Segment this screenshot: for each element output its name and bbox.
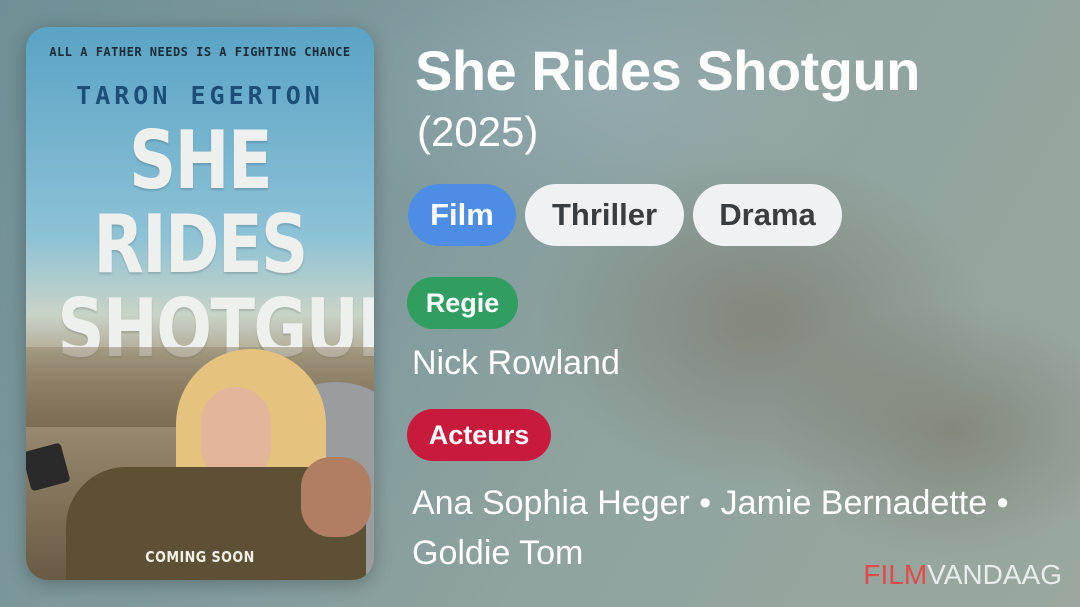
poster-title: SHE RIDES SHOTGUN [57,114,374,371]
movie-year: (2025) [417,108,539,155]
director-label: Regie [407,277,518,329]
poster-coming-soon: COMING SOON [145,548,255,566]
movie-title: She Rides Shotgun [415,39,920,102]
poster-gun-icon [26,442,71,492]
filmvandaag-logo[interactable]: FILMVANDAAG [863,559,1062,591]
tag-film[interactable]: Film [408,184,516,246]
cast-label: Acteurs [407,409,551,461]
director-name[interactable]: Nick Rowland [412,344,620,383]
logo-part-vandaag: VANDAAG [927,559,1062,590]
poster-title-line1: SHE RIDES [93,114,308,291]
poster-tagline: ALL A FATHER NEEDS IS A FIGHTING CHANCE [49,45,351,59]
poster-man-face [301,457,371,537]
tag-genre-drama[interactable]: Drama [693,184,842,246]
logo-part-film: FILM [863,559,928,590]
movie-poster[interactable]: ALL A FATHER NEEDS IS A FIGHTING CHANCE … [26,27,374,580]
tag-genre-thriller[interactable]: Thriller [525,184,684,246]
poster-actor-name: TARON EGERTON [76,81,324,110]
